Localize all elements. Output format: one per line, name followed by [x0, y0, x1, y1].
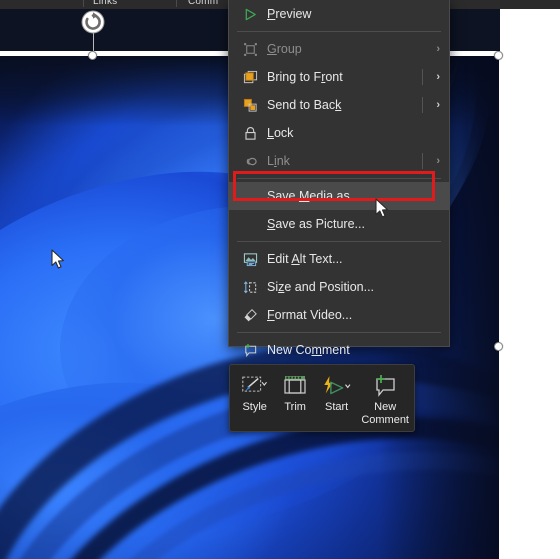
menu-item-size-and-position[interactable]: Size and Position... [229, 273, 449, 301]
menu-label-send-to-back: Send to Back [267, 98, 342, 112]
format-video-icon [239, 306, 261, 324]
menu-separator [237, 332, 441, 333]
menu-label-bring-to-front: Bring to Front [267, 70, 343, 84]
mini-toolbar-new-comment-label: New Comment [361, 401, 409, 426]
menu-label-size-and-position: Size and Position... [267, 280, 375, 294]
ribbon-tab-comments[interactable]: Comm [188, 0, 218, 7]
mini-toolbar-start-label: Start [325, 401, 349, 413]
menu-separator [237, 241, 441, 242]
send-to-back-icon [239, 96, 261, 114]
mouse-cursor-menu [375, 198, 388, 218]
selection-handle-top-center[interactable] [88, 51, 97, 60]
play-triangle-icon [239, 5, 261, 23]
menu-item-link[interactable]: Link › [229, 147, 449, 175]
menu-label-format-video: Format Video... [267, 308, 353, 322]
mini-toolbar-new-comment[interactable]: New Comment [359, 370, 411, 427]
bring-to-front-icon [239, 68, 261, 86]
menu-label-new-comment: New Comment [267, 343, 350, 357]
chevron-right-icon: › [436, 43, 440, 55]
menu-item-edit-alt-text[interactable]: Edit Alt Text... [229, 245, 449, 273]
mini-toolbar-style[interactable]: Style [233, 370, 276, 414]
mini-toolbar[interactable]: Style Trim Start New Comment [229, 364, 415, 432]
menu-item-bring-to-front[interactable]: Bring to Front › [229, 63, 449, 91]
no-icon [239, 215, 261, 233]
start-lightning-icon [321, 372, 353, 400]
menu-label-edit-alt-text: Edit Alt Text... [267, 252, 343, 266]
menu-item-new-comment[interactable]: New Comment [229, 336, 449, 364]
video-style-icon [240, 372, 270, 400]
context-menu[interactable]: Preview Group › Bring to Front › Send to… [228, 0, 450, 357]
menu-label-group: Group [267, 42, 302, 56]
menu-item-save-media-as[interactable]: Save Media as... [229, 182, 449, 210]
rotate-icon[interactable] [80, 9, 106, 35]
menu-item-save-as-picture[interactable]: Save as Picture... [229, 210, 449, 238]
mini-toolbar-trim[interactable]: Trim [276, 370, 314, 414]
menu-item-lock[interactable]: Lock [229, 119, 449, 147]
menu-item-group[interactable]: Group › [229, 35, 449, 63]
size-position-icon [239, 278, 261, 296]
menu-item-send-to-back[interactable]: Send to Back › [229, 91, 449, 119]
chevron-right-icon: › [436, 99, 440, 111]
mini-toolbar-start[interactable]: Start [314, 370, 359, 414]
chevron-right-icon: › [436, 71, 440, 83]
menu-separator [237, 178, 441, 179]
selection-handle-middle-right[interactable] [494, 342, 503, 351]
group-objects-icon [239, 40, 261, 58]
trim-film-icon [282, 372, 308, 400]
mouse-cursor-canvas [51, 249, 64, 269]
new-comment-icon [239, 341, 261, 359]
menu-label-preview: Preview [267, 7, 312, 21]
mini-toolbar-trim-label: Trim [284, 401, 306, 413]
mini-toolbar-style-label: Style [242, 401, 267, 413]
menu-label-save-media-as: Save Media as... [267, 189, 361, 203]
link-chain-icon [239, 152, 261, 170]
menu-label-lock: Lock [267, 126, 294, 140]
new-comment-icon [372, 372, 398, 400]
no-icon [239, 187, 261, 205]
menu-item-preview[interactable]: Preview [229, 0, 449, 28]
menu-item-format-video[interactable]: Format Video... [229, 301, 449, 329]
menu-separator [237, 31, 441, 32]
selection-handle-top-right[interactable] [494, 51, 503, 60]
lock-icon [239, 124, 261, 142]
menu-label-link: Link [267, 154, 290, 168]
powerpoint-window: Links Comm Preview Group › Bring to Fron… [0, 0, 560, 559]
ribbon-tab-links[interactable]: Links [93, 0, 117, 7]
chevron-right-icon: › [436, 155, 440, 167]
alt-text-icon [239, 250, 261, 268]
menu-label-save-as-picture: Save as Picture... [267, 217, 365, 231]
